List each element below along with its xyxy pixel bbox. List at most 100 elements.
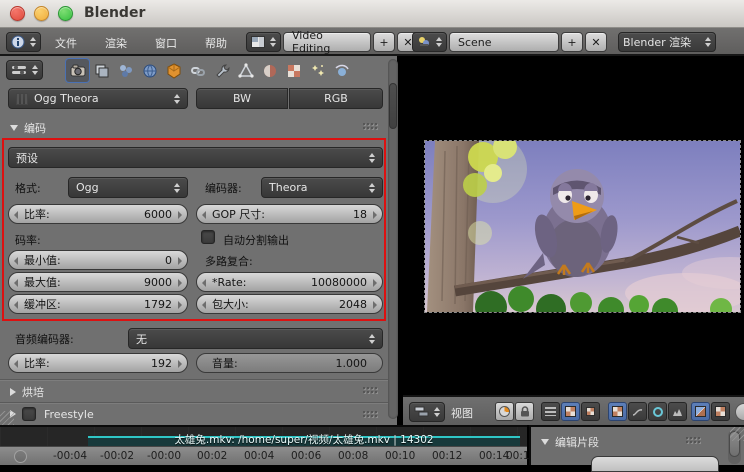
display-mode-histogram-button[interactable] [668,402,687,421]
volume-field[interactable]: 音量: 1.000 [196,353,383,373]
menu-render[interactable]: 渲染 [105,35,127,51]
bitrate-slider[interactable]: 比率: 6000 [8,204,188,224]
luma-waveform-icon [632,408,643,416]
editor-type-info-button[interactable] [6,32,41,52]
screen-layout-browse-button[interactable] [246,32,281,52]
maximum-slider[interactable]: 最大值: 9000 [8,272,188,292]
tab-world[interactable] [138,59,161,82]
tab-constraints[interactable] [186,59,209,82]
panel-grip-handle[interactable] [362,386,379,395]
format-label: 格式: [15,182,41,195]
bake-panel-title: 烘培 [22,386,44,399]
mesh-data-icon [237,62,254,78]
screen-layout-name-field[interactable]: Video Editing [283,29,371,55]
ruler-tick: 00:12 [432,450,463,462]
scroll-bubble[interactable] [735,403,744,421]
scene-name-field[interactable]: Scene [449,32,559,52]
audio-codec-dropdown[interactable]: 无 [128,328,383,349]
color-mode-bw-button[interactable]: BW [196,88,288,109]
gop-size-value: 18 [353,207,367,221]
mux-rate-slider[interactable]: *Rate: 10080000 [196,272,383,292]
display-channels-button[interactable] [495,402,514,421]
chevron-updown-icon [369,182,375,193]
delete-scene-button[interactable]: ✕ [585,32,607,52]
view-type-preview-button[interactable] [561,402,580,421]
minimum-slider[interactable]: 最小值: 0 [8,250,188,270]
chevron-updown-icon [434,407,440,417]
ruler-tick: -00:02 [100,450,135,462]
menu-window[interactable]: 窗口 [155,35,177,51]
panel-collapsed-icon [10,388,16,396]
freestyle-checkbox[interactable] [22,407,36,421]
add-screen-layout-button[interactable]: + [373,32,395,52]
color-mode-rgb-button[interactable]: RGB [289,88,383,109]
autosplit-checkbox[interactable] [201,230,215,244]
display-mode-vectorscope-button[interactable] [648,402,667,421]
tab-render[interactable] [66,59,89,82]
editor-type-sequencer-button[interactable] [409,402,445,422]
timeline-ruler[interactable]: -00:04 -00:02 -00:00 00:02 00:04 00:06 0… [0,446,536,465]
area-resize-corner[interactable] [0,411,14,425]
menu-file[interactable]: 文件 [55,35,77,51]
strip-name-field-partial[interactable] [591,456,719,472]
display-mode-image-button[interactable] [608,402,627,421]
properties-header [0,56,397,86]
panel-grip-handle[interactable] [685,436,702,445]
window-close-button[interactable] [10,6,25,21]
panel-grip-handle[interactable] [362,410,379,419]
encoding-panel-header[interactable]: 编码 [10,120,46,136]
tab-particles[interactable] [306,59,329,82]
file-format-dropdown[interactable]: Ogg Theora [8,88,188,109]
chain-link-icon [190,66,205,76]
audio-codec-label: 音频编码器: [15,333,74,346]
screen-layout-icon [251,36,265,48]
panel-grip-handle[interactable] [362,122,379,131]
add-scene-button[interactable]: + [561,32,583,52]
codec-dropdown[interactable]: Theora [261,177,383,198]
panel-divider [0,379,388,381]
scene-icon [419,37,429,46]
sequencer-preview [403,56,744,395]
display-mode-waveform-button[interactable] [628,402,647,421]
scrollbar-end-knob[interactable] [14,450,27,463]
packet-size-label: 包大小: [212,298,249,311]
menu-help[interactable]: 帮助 [205,35,227,51]
properties-tabs [66,59,353,82]
tab-physics[interactable] [330,59,353,82]
ruler-tick: 00:14 [479,450,510,462]
bake-panel-header[interactable]: 烘培 [10,384,44,400]
render-engine-dropdown[interactable]: Blender 渲染 [618,32,716,52]
view-menu[interactable]: 视图 [451,405,473,421]
tab-scene[interactable] [114,59,137,82]
preset-dropdown[interactable]: 预设 [8,147,383,168]
tab-material[interactable] [258,59,281,82]
overlay-split-button[interactable] [691,402,710,421]
format-dropdown[interactable]: Ogg [68,177,188,198]
tab-render-layers[interactable] [90,59,113,82]
particles-icon [311,64,324,76]
window-maximize-button[interactable] [58,6,73,21]
tab-object[interactable] [162,59,185,82]
window-minimize-button[interactable] [34,6,49,21]
packet-size-slider[interactable]: 包大小: 2048 [196,294,383,314]
lock-button[interactable] [515,402,534,421]
material-icon [263,64,276,77]
scrollbar-thumb[interactable] [389,83,397,129]
freestyle-panel-header[interactable]: Freestyle [10,407,94,421]
buffer-slider[interactable]: 缓冲区: 1792 [8,294,188,314]
view-type-sequencer-button[interactable] [541,402,560,421]
tab-modifiers[interactable] [210,59,233,82]
editor-type-properties-button[interactable] [6,60,43,80]
overlay-full-button[interactable] [711,402,730,421]
tab-texture[interactable] [282,59,305,82]
properties-scrollbar[interactable] [388,59,398,419]
gop-size-slider[interactable]: GOP 尺寸: 18 [196,204,383,224]
view-type-both-button[interactable] [581,402,600,421]
tab-object-data[interactable] [234,59,257,82]
area-resize-corner[interactable] [730,427,744,441]
window-title: Blender [84,5,146,21]
preset-label: 预设 [16,151,38,165]
edit-strip-header[interactable]: 编辑片段 [541,434,599,450]
audio-bitrate-slider[interactable]: 比率: 192 [8,353,188,373]
scene-browse-button[interactable] [412,32,447,52]
